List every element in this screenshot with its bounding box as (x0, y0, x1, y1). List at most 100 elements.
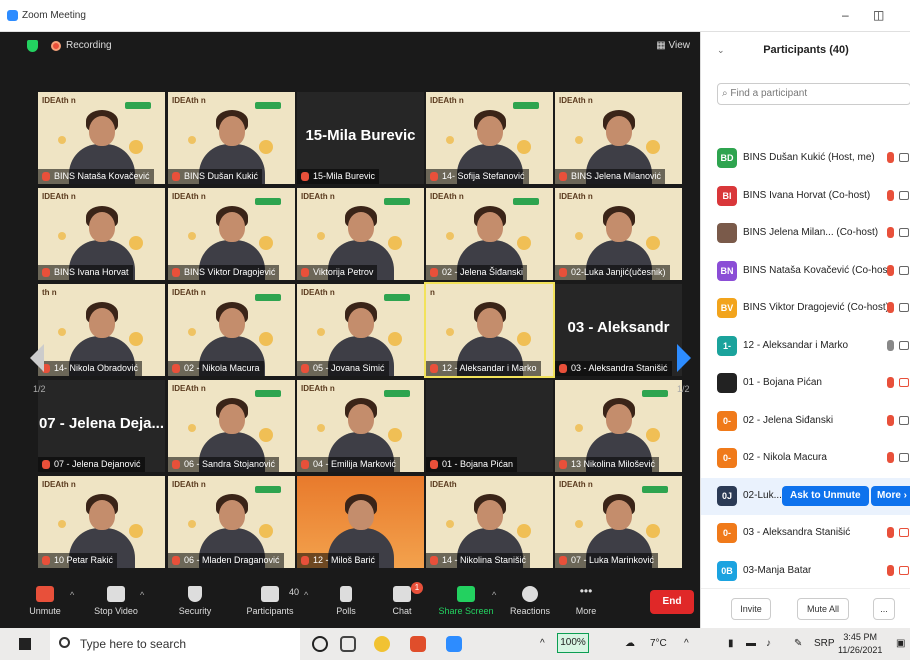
decor-circle (646, 236, 660, 250)
language-indicator[interactable]: SRP (814, 638, 835, 649)
next-page-arrow-icon[interactable] (677, 344, 691, 372)
view-button[interactable]: ▦ View (656, 40, 690, 51)
weather-cloud-icon[interactable]: ☁ (625, 638, 635, 649)
participant-search-input[interactable]: ⌕ Find a participant (717, 83, 910, 105)
share-options-caret-icon[interactable]: ^ (492, 590, 496, 600)
video-tile[interactable]: IDEAth n 10 Petar Rakić (38, 476, 165, 568)
audio-options-caret-icon[interactable]: ^ (70, 590, 74, 600)
video-tile[interactable]: IDEAth n 04 - Emilija Marković (297, 380, 424, 472)
end-meeting-button[interactable]: End (650, 590, 694, 614)
overflow-caret-icon[interactable]: ^ (540, 638, 545, 649)
participant-row[interactable]: 0- 02 - Nikola Macura (701, 440, 910, 477)
video-tile[interactable]: 03 - Aleksandr 03 - Aleksandra Stanišić (555, 284, 682, 376)
security-button[interactable]: Security (172, 578, 218, 628)
video-tile[interactable]: IDEAth n Viktorija Petrov (297, 188, 424, 280)
zoom-level-indicator[interactable]: 100% (557, 633, 589, 653)
video-tile[interactable]: IDEAth n 05 - Jovana Simić (297, 284, 424, 376)
chrome-icon[interactable] (374, 636, 390, 652)
video-tile[interactable]: 15-Mila Burevic 15-Mila Burevic (297, 92, 424, 184)
participant-row[interactable]: BI BINS Ivana Horvat (Co-host) (701, 178, 910, 215)
windows-start-icon[interactable] (19, 638, 31, 650)
cortana-icon[interactable] (312, 636, 328, 652)
video-tile[interactable]: n 12 - Aleksandar i Marko (424, 282, 555, 378)
invite-button[interactable]: Invite (731, 598, 771, 620)
ideathon-logo: IDEAth n (172, 384, 206, 393)
video-tile[interactable]: IDEAth n BINS Ivana Horvat (38, 188, 165, 280)
sponsor-badge (513, 102, 539, 109)
participant-name: 14 - Nikolina Stanišić (442, 555, 527, 565)
share-screen-button[interactable]: Share Screen (438, 578, 494, 628)
video-tile[interactable]: IDEAth n 06 - Mladen Draganović (168, 476, 295, 568)
video-tile[interactable]: 01 - Bojana Pićan (426, 380, 553, 472)
video-tile[interactable]: IDEAth n BINS Jelena Milanović (555, 92, 682, 184)
video-tile[interactable]: 07 - Jelena Deja... 07 - Jelena Dejanović (38, 380, 165, 472)
participants-button[interactable]: 40 Participants (238, 578, 302, 628)
decor-circle (517, 236, 531, 250)
video-tile[interactable]: 12 - Miloš Barić (297, 476, 424, 568)
participant-row[interactable]: 0- 02 - Jelena Šiđanski (701, 403, 910, 440)
mute-all-button[interactable]: Mute All (797, 598, 849, 620)
minimize-button[interactable]: – (842, 8, 849, 22)
zoom-logo-icon (7, 10, 18, 21)
video-tile[interactable]: 13 Nikolina Milošević (555, 380, 682, 472)
participant-face (88, 212, 115, 242)
video-tile[interactable]: IDEAth n 14- Sofija Stefanović (426, 92, 553, 184)
participant-name: BINS Viktor Dragojević (184, 267, 276, 277)
participants-caret-icon[interactable]: ^ (304, 590, 308, 600)
participant-row[interactable]: BINS Jelena Milan... (Co-host) (701, 215, 910, 252)
participant-name-label: 10 Petar Rakić (38, 553, 118, 568)
participant-row-name: 02-Luk... (743, 489, 782, 501)
muted-mic-icon (301, 460, 309, 469)
taskbar-search-box[interactable]: Type here to search (50, 628, 300, 660)
unmute-button[interactable]: Unmute (22, 578, 68, 628)
video-options-caret-icon[interactable]: ^ (140, 590, 144, 600)
video-tile[interactable]: IDEAth n 07 - Luka Marinković (555, 476, 682, 568)
notifications-icon[interactable]: ▣ (896, 638, 905, 649)
polls-button[interactable]: Polls (328, 578, 364, 628)
video-tile[interactable]: th n 14- Nikola Obradović (38, 284, 165, 376)
muted-mic-icon (559, 172, 567, 181)
window-titlebar: Zoom Meeting – ◫ (0, 0, 910, 32)
participant-row[interactable]: 1- 12 - Aleksandar i Marko (701, 328, 910, 365)
participant-row[interactable]: 0B 03-Manja Batar (701, 553, 910, 590)
participant-search-placeholder: Find a participant (730, 88, 808, 99)
more-button[interactable]: ••• More (568, 578, 604, 628)
video-tile[interactable]: IDEAth n BINS Viktor Dragojević (168, 188, 295, 280)
participant-face (88, 308, 115, 338)
tray-caret-icon[interactable]: ^ (684, 638, 689, 649)
chat-button[interactable]: 1 Chat (384, 578, 423, 628)
ideathon-logo: IDEAth n (430, 96, 464, 105)
system-clock[interactable]: 3:45 PM 11/26/2021 (838, 631, 882, 657)
video-tile[interactable]: IDEAth n BINS Dušan Kukić (168, 92, 295, 184)
participant-row[interactable]: BD BINS Dušan Kukić (Host, me) (701, 140, 910, 177)
participant-face (476, 116, 503, 146)
task-view-icon[interactable] (340, 636, 356, 652)
recording-icon (51, 41, 61, 51)
camera-status-icon (899, 190, 909, 200)
video-tile[interactable]: IDEAth n BINS Nataša Kovačević (38, 92, 165, 184)
video-tile[interactable]: IDEAth n 02 - Nikola Macura (168, 284, 295, 376)
participant-row[interactable]: 0J 02-Luk... Ask to Unmute More › (701, 477, 910, 515)
participant-row[interactable]: BN BINS Nataša Kovačević (Co-host) (701, 253, 910, 290)
office-icon[interactable] (410, 636, 426, 652)
stop-video-button[interactable]: Stop Video (88, 578, 144, 628)
volume-icon[interactable]: ♪ (766, 638, 771, 649)
video-tile[interactable]: IDEAth n 06 - Sandra Stojanović (168, 380, 295, 472)
participant-row[interactable]: 0- 03 - Aleksandra Stanišić (701, 515, 910, 552)
battery-icon: ▮ (728, 638, 734, 649)
restore-button[interactable]: ◫ (873, 8, 884, 22)
participant-row[interactable]: 01 - Bojana Pićan (701, 365, 910, 402)
video-tile[interactable]: IDEAth n 02-Luka Janjić(učesnik) (555, 188, 682, 280)
ask-to-unmute-button[interactable]: Ask to Unmute (782, 485, 869, 506)
video-tile[interactable]: IDEAth 14 - Nikolina Stanišić (426, 476, 553, 568)
video-tile[interactable]: IDEAth n 02 - Jelena Šiđanski (426, 188, 553, 280)
encryption-shield-icon[interactable] (27, 40, 38, 52)
camera-status-icon (899, 153, 909, 162)
zoom-taskbar-icon[interactable] (446, 636, 462, 652)
participant-row[interactable]: BV BINS Viktor Dragojević (Co-host) (701, 290, 910, 327)
participant-more-button[interactable]: More › (871, 485, 910, 506)
previous-page-arrow-icon[interactable] (30, 344, 44, 372)
panel-more-options-button[interactable]: ... (873, 598, 895, 620)
reactions-button[interactable]: Reactions (508, 578, 552, 628)
participant-face (218, 116, 245, 146)
